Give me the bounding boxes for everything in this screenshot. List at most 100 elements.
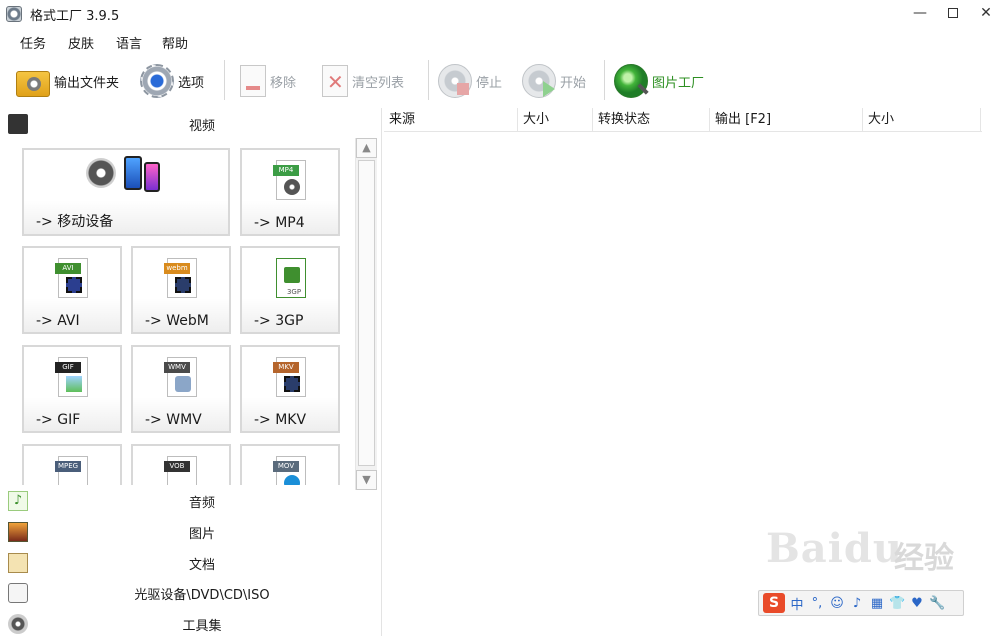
options-label: 选项 — [178, 75, 205, 91]
video-grid-scrollbar[interactable]: ▲ ▼ — [355, 138, 377, 490]
stop-icon — [438, 64, 472, 98]
tile-avi[interactable]: AVI -> AVI — [22, 246, 122, 334]
ime-punctuation-toggle[interactable]: °, — [809, 596, 825, 611]
menu-skin[interactable]: 皮肤 — [66, 33, 96, 52]
mov-file-icon: MOV — [270, 456, 310, 485]
category-toolbox-label: 工具集 — [182, 619, 222, 634]
ime-chinese-toggle[interactable]: 中 — [789, 594, 805, 613]
category-panel: 视频 -> 移动设备 MP4 -> MP4 AVI -> AVI webm ->… — [0, 108, 382, 636]
mp4-file-icon: MP4 — [270, 160, 310, 204]
tile-label: -> MKV — [254, 412, 307, 428]
tile-webm[interactable]: webm -> WebM — [131, 246, 231, 334]
remove-doc-icon — [240, 65, 266, 97]
ime-logo[interactable]: S — [763, 593, 785, 613]
title-bar: 格式工厂 3.9.5 — ✕ — [0, 0, 1000, 28]
watermark: Baidu 经验 — [766, 525, 986, 595]
avi-file-icon: AVI — [52, 258, 92, 302]
gear-icon — [140, 64, 174, 98]
category-document[interactable]: 文档 — [0, 547, 380, 577]
clear-list-label: 清空列表 — [352, 75, 405, 91]
phone-icon — [124, 156, 142, 190]
start-icon — [522, 64, 556, 98]
tile-label: -> GIF — [36, 412, 81, 428]
tile-mp4[interactable]: MP4 -> MP4 — [240, 148, 340, 236]
start-label: 开始 — [560, 75, 587, 91]
task-table-header: 来源 大小 转换状态 输出 [F2] 大小 — [384, 108, 982, 132]
toolbar: 输出文件夹 选项 移除 清空列表 停止 开始 图片工厂 — [0, 56, 1000, 106]
wrench-icon[interactable]: 🔧 — [929, 596, 945, 611]
column-header-status[interactable]: 转换状态 — [593, 108, 710, 132]
microphone-icon[interactable]: ♪ — [849, 596, 865, 611]
tile-mov[interactable]: MOV — [240, 444, 340, 485]
stop-label: 停止 — [476, 75, 503, 91]
toolbar-divider — [428, 60, 429, 100]
category-optical-drive[interactable]: 光驱设备\DVD\CD\ISO — [0, 577, 380, 607]
mpeg-file-icon: MPEG — [52, 456, 92, 485]
tile-label: -> MP4 — [254, 215, 305, 231]
app-icon — [6, 6, 22, 22]
emoji-icon[interactable]: ☺ — [829, 596, 845, 611]
toolbar-divider — [604, 60, 605, 100]
3gp-file-icon: 3GP — [270, 258, 310, 302]
tile-mpeg[interactable]: MPEG — [22, 444, 122, 485]
category-video[interactable]: 视频 — [0, 108, 380, 138]
phone-icon — [144, 162, 160, 192]
picture-factory-button[interactable]: 图片工厂 — [614, 58, 704, 104]
tile-label: -> AVI — [36, 313, 80, 329]
menu-task[interactable]: 任务 — [18, 33, 48, 52]
category-video-label: 视频 — [188, 119, 215, 134]
gif-file-icon: GIF — [52, 357, 92, 401]
clear-list-icon — [322, 65, 348, 97]
tile-3gp[interactable]: 3GP -> 3GP — [240, 246, 340, 334]
category-toolbox[interactable]: 工具集 — [0, 608, 380, 636]
window-title: 格式工厂 3.9.5 — [30, 9, 120, 24]
category-audio-label: 音频 — [188, 496, 215, 511]
remove-button[interactable]: 移除 — [236, 58, 296, 104]
column-header-output[interactable]: 输出 [F2] — [710, 108, 863, 132]
remove-label: 移除 — [270, 75, 297, 91]
maximize-icon — [948, 8, 958, 18]
mkv-file-icon: MKV — [270, 357, 310, 401]
clear-list-button[interactable]: 清空列表 — [318, 58, 404, 104]
close-button[interactable]: ✕ — [966, 2, 1000, 26]
tile-label: -> 3GP — [254, 313, 304, 329]
category-audio[interactable]: ♪ 音频 — [0, 485, 380, 515]
keyboard-icon[interactable]: ▦ — [869, 596, 885, 611]
output-folder-button[interactable]: 输出文件夹 — [16, 58, 119, 104]
favorite-icon[interactable]: ♥ — [909, 596, 925, 611]
webm-file-icon: webm — [161, 258, 201, 302]
menu-language[interactable]: 语言 — [114, 33, 144, 52]
column-header-size[interactable]: 大小 — [518, 108, 593, 132]
globe-magnifier-icon — [614, 64, 648, 98]
category-document-label: 文档 — [188, 558, 215, 573]
film-reel-icon — [86, 158, 116, 188]
start-button[interactable]: 开始 — [522, 58, 586, 104]
watermark-brand: Baidu — [766, 525, 903, 572]
options-button[interactable]: 选项 — [140, 58, 204, 104]
tile-vob[interactable]: VOB — [131, 444, 231, 485]
tile-wmv[interactable]: WMV -> WMV — [131, 345, 231, 433]
stop-button[interactable]: 停止 — [438, 58, 502, 104]
category-picture[interactable]: 图片 — [0, 516, 380, 546]
scroll-thumb[interactable] — [358, 160, 375, 466]
tile-label: -> WebM — [145, 313, 209, 329]
skin-icon[interactable]: 👕 — [889, 596, 905, 611]
ime-toolbar: S 中 °, ☺ ♪ ▦ 👕 ♥ 🔧 — [758, 590, 964, 616]
tile-gif[interactable]: GIF -> GIF — [22, 345, 122, 433]
scroll-up-arrow-icon[interactable]: ▲ — [356, 138, 377, 158]
menu-help[interactable]: 帮助 — [160, 33, 190, 52]
tile-label: -> WMV — [145, 412, 202, 428]
tile-mkv[interactable]: MKV -> MKV — [240, 345, 340, 433]
tile-label: -> 移动设备 — [36, 214, 114, 230]
column-header-source[interactable]: 来源 — [384, 108, 518, 132]
toolbar-divider — [224, 60, 225, 100]
category-picture-label: 图片 — [188, 527, 215, 542]
vob-file-icon: VOB — [161, 456, 201, 485]
tile-mobile-device[interactable]: -> 移动设备 — [22, 148, 230, 236]
video-format-grid: -> 移动设备 MP4 -> MP4 AVI -> AVI webm -> We… — [0, 140, 355, 485]
output-folder-label: 输出文件夹 — [54, 75, 120, 91]
picture-factory-label: 图片工厂 — [652, 75, 705, 91]
category-optical-drive-label: 光驱设备\DVD\CD\ISO — [134, 588, 270, 603]
column-header-output-size[interactable]: 大小 — [863, 108, 981, 132]
menu-bar: 任务 皮肤 语言 帮助 — [0, 30, 1000, 54]
